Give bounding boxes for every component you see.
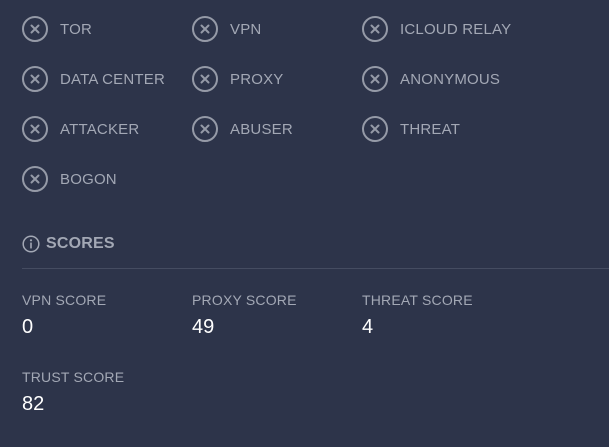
- x-circle-icon: [192, 66, 218, 92]
- x-circle-icon: [192, 116, 218, 142]
- scores-title: SCORES: [46, 235, 115, 252]
- score-label: THREAT SCORE: [362, 292, 473, 308]
- flag-label: ABUSER: [230, 120, 293, 138]
- flag-label: BOGON: [60, 170, 117, 188]
- flag-threat: THREAT: [362, 114, 542, 144]
- flag-abuser: ABUSER: [192, 114, 362, 144]
- flag-label: ANONYMOUS: [400, 70, 501, 88]
- vpn-score: VPN SCORE 0: [22, 292, 192, 339]
- x-circle-icon: [192, 16, 218, 42]
- flag-label: DATA CENTER: [60, 70, 165, 88]
- trust-score: TRUST SCORE 82: [22, 369, 192, 416]
- x-circle-icon: [362, 16, 388, 42]
- flag-vpn: VPN: [192, 14, 362, 44]
- score-label: VPN SCORE: [22, 292, 107, 308]
- flag-label: THREAT: [400, 120, 461, 138]
- flag-label: TOR: [60, 20, 92, 38]
- threat-score: THREAT SCORE 4: [362, 292, 532, 339]
- flag-icloud-relay: ICLOUD RELAY: [362, 14, 542, 44]
- flag-data-center: DATA CENTER: [22, 64, 192, 94]
- flag-proxy: PROXY: [192, 64, 362, 94]
- flag-tor: TOR: [22, 14, 192, 44]
- info-icon: [22, 235, 40, 253]
- flag-bogon: BOGON: [22, 164, 192, 194]
- scores-section-header: SCORES: [22, 235, 115, 253]
- flag-label: ATTACKER: [60, 120, 140, 138]
- flag-anonymous: ANONYMOUS: [362, 64, 542, 94]
- score-label: TRUST SCORE: [22, 369, 125, 385]
- score-value: 4: [362, 316, 374, 338]
- score-label: PROXY SCORE: [192, 292, 297, 308]
- x-circle-icon: [362, 116, 388, 142]
- flag-label: ICLOUD RELAY: [400, 20, 512, 38]
- x-circle-icon: [362, 66, 388, 92]
- score-value: 49: [192, 316, 215, 338]
- x-circle-icon: [22, 116, 48, 142]
- x-circle-icon: [22, 16, 48, 42]
- score-value: 82: [22, 393, 45, 415]
- x-circle-icon: [22, 166, 48, 192]
- x-circle-icon: [22, 66, 48, 92]
- divider: [22, 268, 609, 269]
- flags-grid: TOR VPN ICLOUD RELAY DATA CENTER PROXY A…: [22, 14, 542, 214]
- flag-attacker: ATTACKER: [22, 114, 192, 144]
- proxy-score: PROXY SCORE 49: [192, 292, 362, 339]
- flag-label: PROXY: [230, 70, 284, 88]
- score-value: 0: [22, 316, 34, 338]
- flag-label: VPN: [230, 20, 262, 38]
